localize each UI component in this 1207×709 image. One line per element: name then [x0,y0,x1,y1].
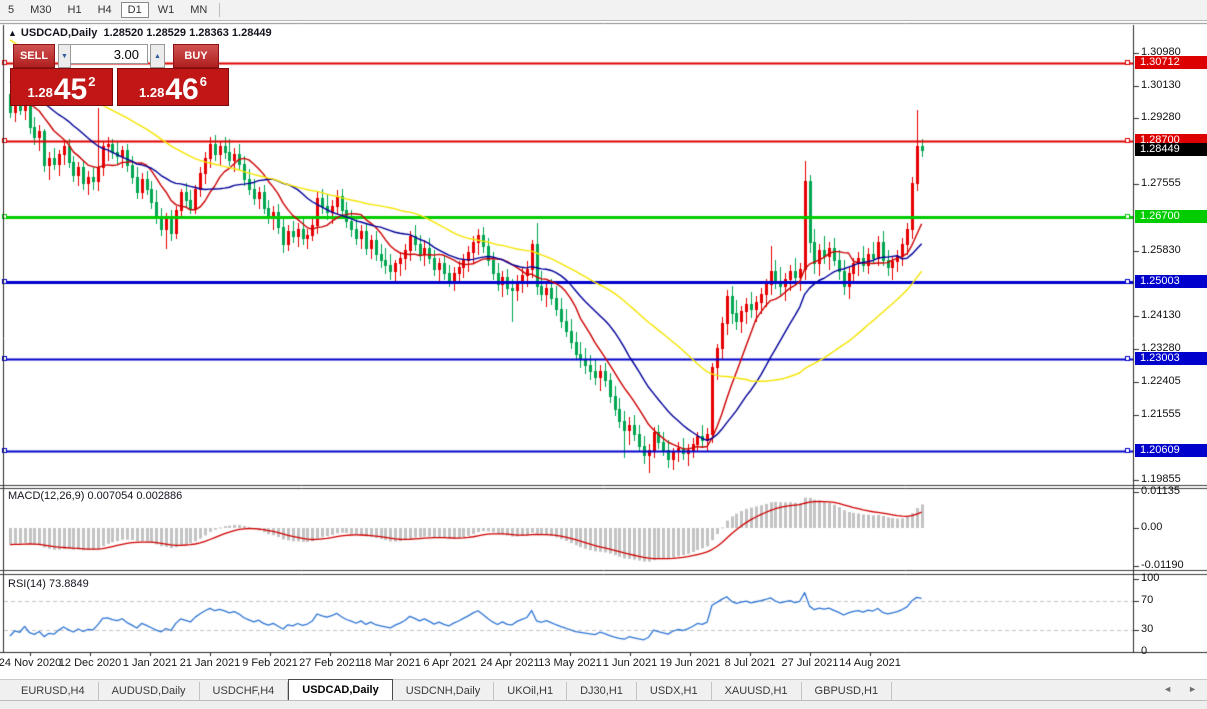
chart-tab-dj30[interactable]: DJ30,H1 [567,682,637,701]
price-badge: 1.23003 [1135,352,1207,365]
buy-price-big: 46 [165,73,199,106]
date-label: 8 Jul 2021 [724,657,776,669]
sell-price-button[interactable]: 1.28 45 2 [10,68,113,106]
mt4-terminal: 5 M30 H1 H4 D1 W1 MN ▲ USDCAD,Daily 1.28520 1.2… [0,0,1207,709]
price-badge: 1.25003 [1135,275,1207,288]
date-label: 6 Apr 2021 [423,657,477,669]
price-tick-label: 1.21555 [1141,408,1181,420]
date-label: 13 May 2021 [538,657,602,669]
chart-tab-usdcad[interactable]: USDCAD,Daily [288,679,393,701]
timeframe-button-5[interactable]: 5 [1,2,21,18]
sell-price-big: 45 [53,73,88,106]
price-badge: 1.28449 [1135,143,1207,156]
timeframe-button-d1[interactable]: D1 [120,2,149,18]
price-badge: 1.26700 [1135,210,1207,223]
rsi-label: RSI(14) 73.8849 [8,578,89,590]
timeframe-button-mn[interactable]: MN [183,2,214,18]
chart-tab-eurusd[interactable]: EURUSD,H4 [8,682,99,701]
timeframe-button-w1[interactable]: W1 [151,2,182,18]
date-label: 9 Feb 2021 [242,657,298,669]
ohlc-values: 1.28520 1.28529 1.28363 1.28449 [103,27,272,39]
price-scale[interactable]: 1.30980 1.30130 1.29280 1.27555 1.25830 1.241… [1134,21,1207,657]
chart-symbol-label: USDCAD,Daily [20,27,98,39]
buy-button[interactable]: BUY [173,44,219,68]
timeframe-button-h1[interactable]: H1 [61,2,89,18]
date-label: 19 Jun 2021 [659,657,721,669]
price-tick-label: 1.30130 [1141,79,1181,91]
timeframe-button-h4[interactable]: H4 [91,2,119,18]
chart-tab-usdcnh[interactable]: USDCNH,Daily [393,682,495,701]
price-tick-label: 1.24130 [1141,309,1181,321]
macd-label: MACD(12,26,9) 0.007054 0.002886 [8,490,183,502]
chevron-up-icon: ▲ [154,52,161,60]
rsi-scale-label: 100 [1141,572,1160,584]
date-label: 27 Jul 2021 [781,657,839,669]
chart-tab-gbpusd[interactable]: GBPUSD,H1 [802,682,893,701]
volume-input[interactable] [70,44,148,64]
date-label: 21 Jan 2021 [179,657,241,669]
timeframe-button-m30[interactable]: M30 [23,2,58,18]
macd-scale-label: 0.00 [1141,521,1163,533]
buy-price-sup: 6 [199,74,207,89]
price-badge: 1.20609 [1135,444,1207,457]
price-tick-label: 1.19855 [1141,473,1181,485]
price-tick-label: 1.25830 [1141,244,1181,256]
status-bar [0,700,1207,709]
price-tick-label: 1.27555 [1141,177,1181,189]
chart-tab-ukoil[interactable]: UKOil,H1 [494,682,568,701]
chart-tab-audusd[interactable]: AUDUSD,Daily [99,682,200,701]
sell-price-prefix: 1.28 [27,85,53,100]
chevron-down-icon: ▼ [61,52,68,60]
chart-tabs-bar: EURUSD,H4 AUDUSD,Daily USDCHF,H4 USDCAD,Dai… [0,679,1207,701]
tab-scroll-left-icon[interactable]: ◄ [1163,684,1172,694]
date-label: 18 Mar 2021 [359,657,421,669]
rsi-scale-label: 70 [1141,594,1154,606]
date-label: 1 Jun 2021 [602,657,658,669]
buy-price-prefix: 1.28 [139,85,165,100]
buy-price-button[interactable]: 1.28 46 6 [117,68,229,106]
one-click-trading-panel: SELL ▼ ▲ BUY 1.28452 1.28466 [10,42,229,106]
ohlc-header: ▲ USDCAD,Daily 1.28520 1.28529 1.28363 1.… [8,27,272,39]
price-badge: 1.30712 [1135,56,1207,69]
date-label: 1 Jan 2021 [122,657,178,669]
price-chart-canvas[interactable] [0,0,1207,709]
chart-tab-xauusd[interactable]: XAUUSD,H1 [712,682,802,701]
symbol-marker-icon: ▲ [8,28,17,38]
price-tick-label: 1.22405 [1141,375,1181,387]
date-label: 14 Aug 2021 [839,657,901,669]
macd-scale-label: 0.01135 [1141,485,1180,497]
sell-button[interactable]: SELL [13,44,55,68]
date-label: 24 Apr 2021 [480,657,540,669]
chart-tab-usdchf[interactable]: USDCHF,H4 [200,682,289,701]
tab-scroll-nav: ◄ ► [1163,684,1197,694]
sell-price-sup: 2 [88,74,96,89]
tab-scroll-right-icon[interactable]: ► [1188,684,1197,694]
toolbar-separator [219,3,221,17]
chart-tab-usdx[interactable]: USDX,H1 [637,682,712,701]
rsi-scale-label: 30 [1141,623,1154,635]
timeframe-toolbar: 5 M30 H1 H4 D1 W1 MN [0,0,1207,21]
price-tick-label: 1.29280 [1141,111,1181,123]
rsi-scale-label: 0 [1141,645,1148,657]
date-label: 12 Dec 2020 [58,657,122,669]
date-label: 24 Nov 2020 [0,657,62,669]
macd-scale-label: -0.01190 [1141,559,1184,571]
date-label: 27 Feb 2021 [299,657,361,669]
volume-increase-button[interactable]: ▲ [150,44,165,68]
